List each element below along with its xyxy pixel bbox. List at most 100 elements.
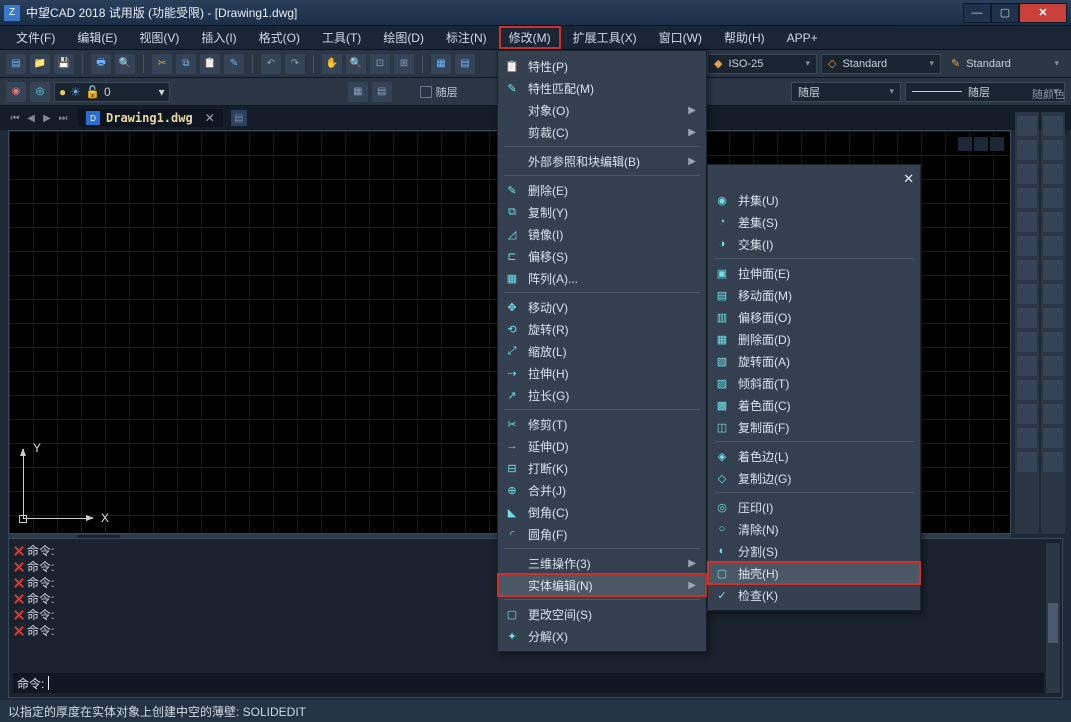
rtool-icon[interactable] bbox=[1017, 212, 1037, 232]
mini-min-icon[interactable] bbox=[958, 137, 972, 151]
menu-item[interactable]: ✥移动(V) bbox=[498, 296, 706, 318]
menu-item[interactable]: ▥偏移面(O) bbox=[708, 306, 920, 328]
menu-item[interactable]: ▢抽壳(H) bbox=[708, 562, 920, 584]
menu-插入[interactable]: 插入(I) bbox=[191, 26, 246, 49]
menu-格式[interactable]: 格式(O) bbox=[249, 26, 310, 49]
menu-item[interactable]: ○清除(N) bbox=[708, 518, 920, 540]
menu-item[interactable]: 三维操作(3)▶ bbox=[498, 552, 706, 574]
menu-item[interactable]: ◑交集(I) bbox=[708, 233, 920, 255]
rtool-icon[interactable] bbox=[1043, 188, 1063, 208]
paste-icon[interactable]: 📋 bbox=[200, 54, 220, 74]
rtool-icon[interactable] bbox=[1017, 164, 1037, 184]
menu-帮助[interactable]: 帮助(H) bbox=[714, 26, 775, 49]
menu-item[interactable]: ▦阵列(A)... bbox=[498, 267, 706, 289]
block-icon[interactable]: ▦ bbox=[348, 82, 368, 102]
rtool-icon[interactable] bbox=[1017, 380, 1037, 400]
rtool-icon[interactable] bbox=[1043, 140, 1063, 160]
menu-item[interactable]: ▧旋转面(A) bbox=[708, 350, 920, 372]
submenu-close-icon[interactable]: ✕ bbox=[903, 171, 914, 187]
menu-item[interactable]: ◿镜像(I) bbox=[498, 223, 706, 245]
tab-next-icon[interactable]: ▶ bbox=[40, 111, 54, 125]
close-button[interactable]: ✕ bbox=[1019, 3, 1067, 23]
menu-item[interactable]: ▤移动面(M) bbox=[708, 284, 920, 306]
layer-states-icon[interactable]: ◎ bbox=[30, 82, 50, 102]
menu-item[interactable]: 剪裁(C)▶ bbox=[498, 121, 706, 143]
rtool-icon[interactable] bbox=[1043, 308, 1063, 328]
menu-修改[interactable]: 修改(M) bbox=[499, 26, 561, 49]
bylayer-check[interactable] bbox=[420, 86, 432, 98]
menu-绘图[interactable]: 绘图(D) bbox=[373, 26, 434, 49]
menu-item[interactable]: ▩着色面(C) bbox=[708, 394, 920, 416]
menu-item[interactable]: ▢更改空间(S) bbox=[498, 603, 706, 625]
menu-item[interactable]: ✎特性匹配(M) bbox=[498, 77, 706, 99]
rtool-icon[interactable] bbox=[1043, 452, 1063, 472]
layer-manager-icon[interactable]: ◉ bbox=[6, 82, 26, 102]
menu-item[interactable]: 📋特性(P) bbox=[498, 55, 706, 77]
menu-item[interactable]: ⊏偏移(S) bbox=[498, 245, 706, 267]
doc-tab[interactable]: D Drawing1.dwg ✕ bbox=[78, 109, 223, 127]
rtool-icon[interactable] bbox=[1043, 116, 1063, 136]
zoom-win-icon[interactable]: ⊡ bbox=[370, 54, 390, 74]
rtool-icon[interactable] bbox=[1017, 140, 1037, 160]
menu-item[interactable]: ↗拉长(G) bbox=[498, 384, 706, 406]
preview-icon[interactable]: 🔍 bbox=[115, 54, 135, 74]
menu-item[interactable]: 实体编辑(N)▶ bbox=[498, 574, 706, 596]
layer-combo[interactable]: ●☀🔓 0 ▾ bbox=[54, 82, 170, 102]
rtool-icon[interactable] bbox=[1043, 428, 1063, 448]
rtool-icon[interactable] bbox=[1043, 404, 1063, 424]
design-center-icon[interactable]: ▤ bbox=[455, 54, 475, 74]
rtool-icon[interactable] bbox=[1043, 212, 1063, 232]
copy-icon[interactable]: ⧉ bbox=[176, 54, 196, 74]
menu-窗口[interactable]: 窗口(W) bbox=[649, 26, 712, 49]
menu-item[interactable]: ⟲旋转(R) bbox=[498, 318, 706, 340]
rtool-icon[interactable] bbox=[1017, 188, 1037, 208]
menu-item[interactable]: ⤢缩放(L) bbox=[498, 340, 706, 362]
match-icon[interactable]: ✎ bbox=[224, 54, 244, 74]
zoom-prev-icon[interactable]: ⊞ bbox=[394, 54, 414, 74]
dim-style-combo[interactable]: ◆ISO-25 ▾ bbox=[707, 54, 817, 74]
menu-编辑[interactable]: 编辑(E) bbox=[67, 26, 127, 49]
rtool-icon[interactable] bbox=[1017, 116, 1037, 136]
pan-icon[interactable]: ✋ bbox=[322, 54, 342, 74]
new-icon[interactable]: ▤ bbox=[6, 54, 26, 74]
tab-last-icon[interactable]: ⏭ bbox=[56, 111, 70, 125]
menu-app+[interactable]: APP+ bbox=[777, 28, 828, 48]
color-combo[interactable]: 随层▾ bbox=[791, 82, 901, 102]
menu-item[interactable]: ✎删除(E) bbox=[498, 179, 706, 201]
redo-icon[interactable]: ↷ bbox=[285, 54, 305, 74]
menu-item[interactable]: ✦分解(X) bbox=[498, 625, 706, 647]
rtool-icon[interactable] bbox=[1043, 284, 1063, 304]
mini-max-icon[interactable] bbox=[974, 137, 988, 151]
minimize-button[interactable]: — bbox=[963, 3, 991, 23]
menu-item[interactable]: ◈着色边(L) bbox=[708, 445, 920, 467]
rtool-icon[interactable] bbox=[1043, 260, 1063, 280]
tab-prev-icon[interactable]: ◀ bbox=[24, 111, 38, 125]
rtool-icon[interactable] bbox=[1043, 236, 1063, 256]
rtool-icon[interactable] bbox=[1017, 452, 1037, 472]
menu-item[interactable]: ⧉复制(Y) bbox=[498, 201, 706, 223]
menu-item[interactable]: 对象(O)▶ bbox=[498, 99, 706, 121]
menu-item[interactable]: ◣倒角(C) bbox=[498, 501, 706, 523]
rtool-icon[interactable] bbox=[1017, 332, 1037, 352]
menu-标注[interactable]: 标注(N) bbox=[436, 26, 497, 49]
insert-icon[interactable]: ▤ bbox=[372, 82, 392, 102]
menu-item[interactable]: ▨倾斜面(T) bbox=[708, 372, 920, 394]
menu-item[interactable]: ◔差集(S) bbox=[708, 211, 920, 233]
tab-new-icon[interactable]: ▤ bbox=[231, 110, 247, 126]
menu-视图[interactable]: 视图(V) bbox=[129, 26, 189, 49]
mini-close-icon[interactable] bbox=[990, 137, 1004, 151]
rtool-icon[interactable] bbox=[1043, 380, 1063, 400]
rtool-icon[interactable] bbox=[1017, 428, 1037, 448]
menu-item[interactable]: ◫复制面(F) bbox=[708, 416, 920, 438]
rtool-icon[interactable] bbox=[1043, 356, 1063, 376]
doc-close-icon[interactable]: ✕ bbox=[205, 111, 215, 125]
menu-item[interactable]: →延伸(D) bbox=[498, 435, 706, 457]
rtool-icon[interactable] bbox=[1017, 284, 1037, 304]
menu-扩展工具[interactable]: 扩展工具(X) bbox=[563, 26, 647, 49]
maximize-button[interactable]: ▢ bbox=[991, 3, 1019, 23]
menu-工具[interactable]: 工具(T) bbox=[312, 26, 371, 49]
menu-item[interactable]: ▣拉伸面(E) bbox=[708, 262, 920, 284]
text-style-combo[interactable]: ◇Standard ▾ bbox=[821, 54, 941, 74]
menu-item[interactable]: ⊟打断(K) bbox=[498, 457, 706, 479]
undo-icon[interactable]: ↶ bbox=[261, 54, 281, 74]
